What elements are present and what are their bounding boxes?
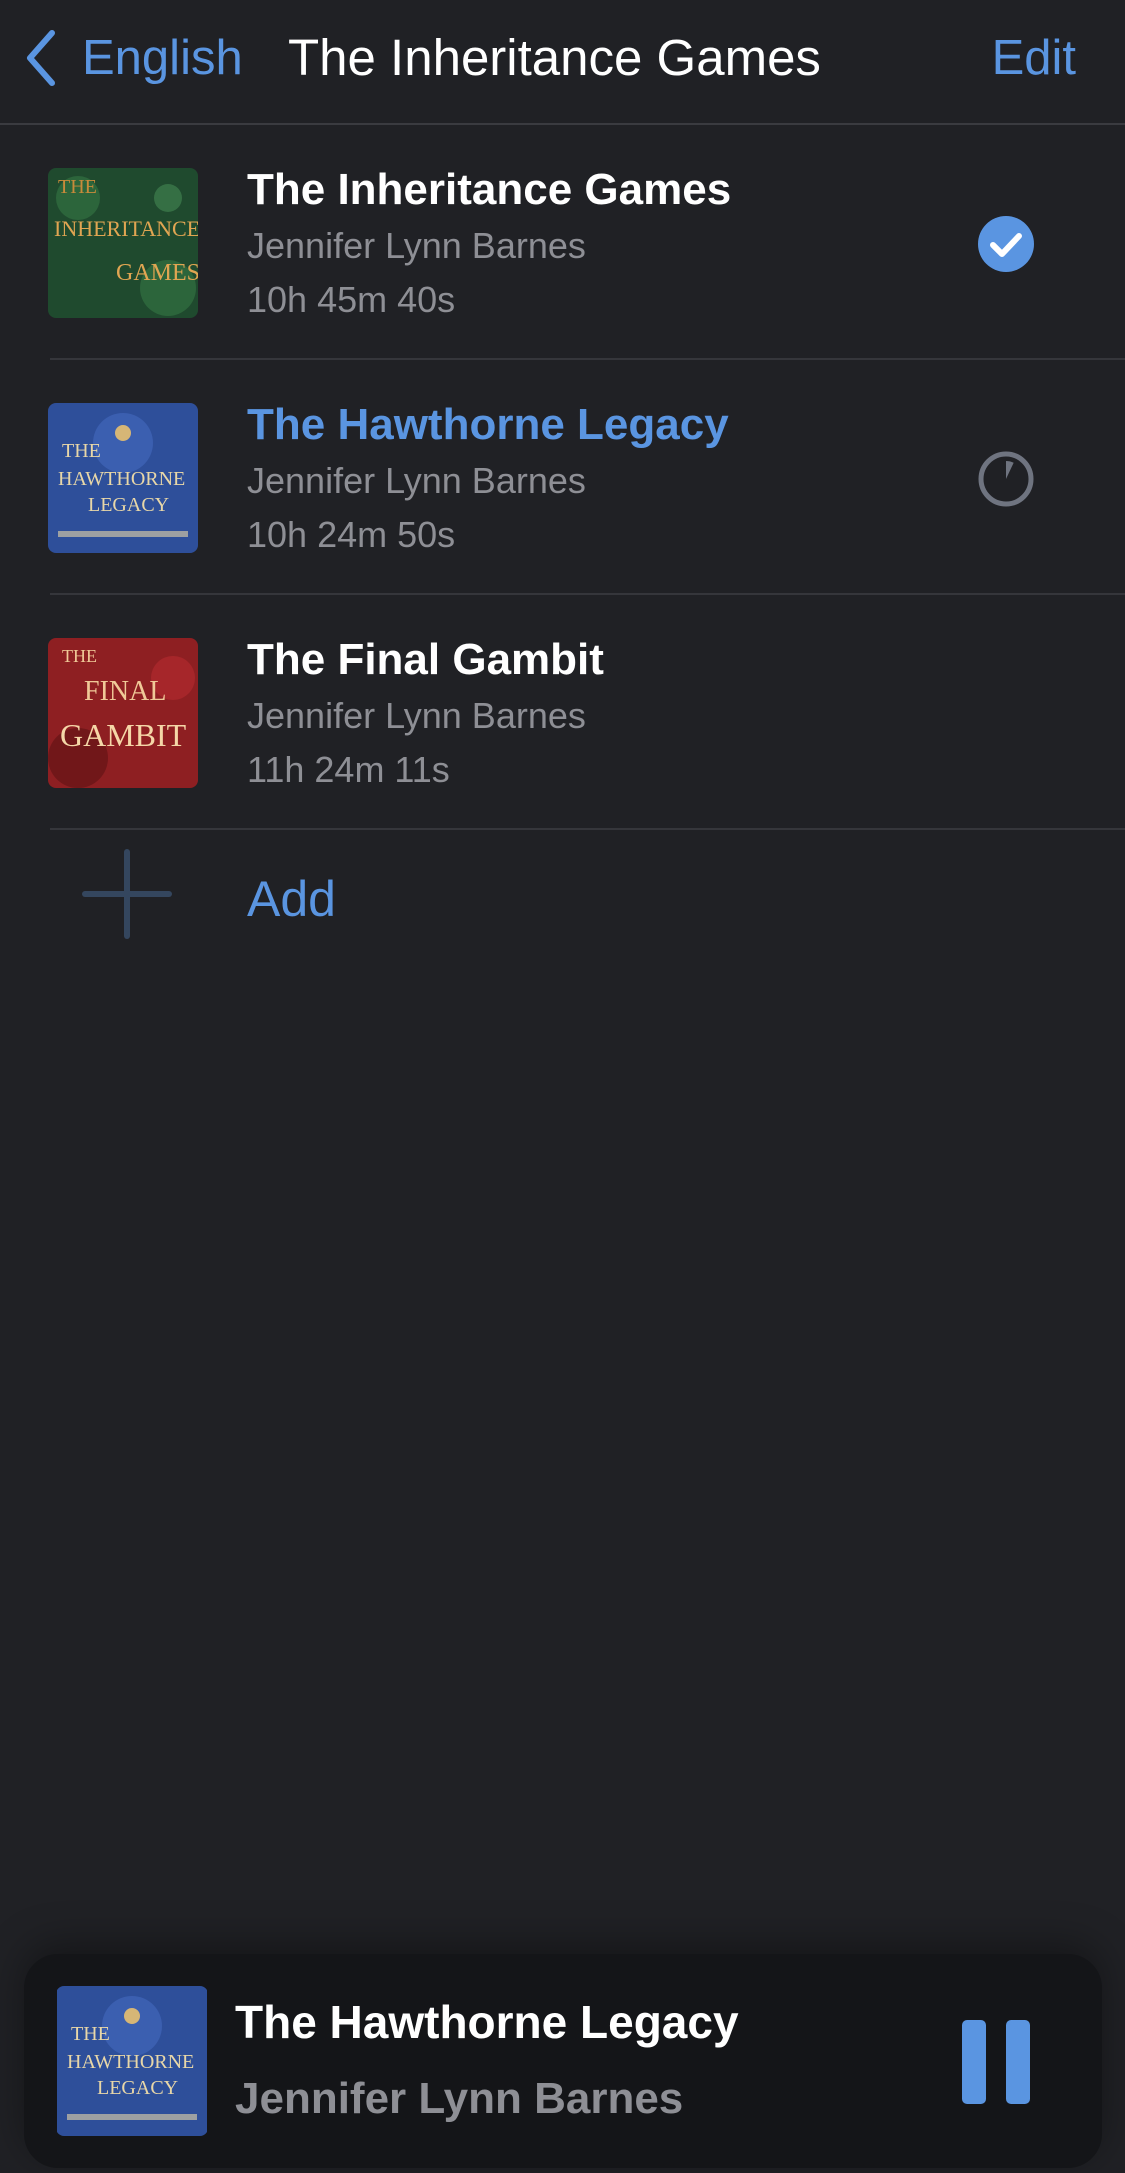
book-duration: 10h 24m 50s [247,514,456,555]
navigation-bar: English The Inheritance Games Edit [0,0,1125,125]
row-divider [50,828,1125,830]
cover-text: FINAL [84,676,166,707]
add-button[interactable]: Add [0,835,1125,1035]
page-title: The Inheritance Games [288,29,821,86]
cover-text: LEGACY [97,2077,178,2099]
cover-text: THE [62,646,97,666]
book-duration: 11h 24m 11s [247,749,450,790]
book-title: The Final Gambit [247,635,604,684]
chevron-left-icon [27,30,55,86]
book-cover-inheritance-games: THE INHERITANCE GAMES [48,168,198,318]
add-label: Add [247,871,336,927]
plus-icon [82,849,172,939]
book-row[interactable]: THE INHERITANCE GAMES The Inheritance Ga… [0,125,1125,360]
cover-text: THE [62,440,101,462]
edit-button[interactable]: Edit [992,28,1076,88]
cover-text: INHERITANCE [54,216,198,241]
cover-text: HAWTHORNE [67,2051,194,2073]
book-cover-hawthorne-legacy: THE HAWTHORNE LEGACY [48,403,198,553]
pause-icon[interactable] [962,2020,1030,2104]
book-row[interactable]: THE FINAL GAMBIT The Final Gambit Jennif… [0,595,1125,830]
cover-text: THE [71,2023,110,2045]
now-playing-cover: THE HAWTHORNE LEGACY [56,1986,208,2136]
cover-text: GAMBIT [60,717,187,753]
now-playing-author: Jennifer Lynn Barnes [235,2074,684,2123]
back-button[interactable]: English [24,28,243,88]
book-author: Jennifer Lynn Barnes [247,225,586,266]
progress-wedge [1006,461,1014,479]
now-playing-title: The Hawthorne Legacy [235,1996,739,2048]
now-playing-bar[interactable]: THE HAWTHORNE LEGACY The Hawthorne Legac… [24,1954,1102,2168]
checkmark-circle-icon [978,216,1034,272]
book-author: Jennifer Lynn Barnes [247,695,586,736]
book-row[interactable]: THE HAWTHORNE LEGACY The Hawthorne Legac… [0,360,1125,595]
cover-text: GAMES [116,260,198,286]
book-duration: 10h 45m 40s [247,279,456,320]
book-author: Jennifer Lynn Barnes [247,460,586,501]
cover-text: THE [58,176,97,198]
back-label: English [82,31,243,85]
book-list: THE INHERITANCE GAMES The Inheritance Ga… [0,125,1125,830]
cover-text: HAWTHORNE [58,468,185,490]
progress-circle-icon [978,451,1034,507]
book-cover-final-gambit: THE FINAL GAMBIT [48,638,198,788]
book-title: The Inheritance Games [247,165,732,214]
cover-text: LEGACY [88,494,169,516]
book-title: The Hawthorne Legacy [247,400,729,449]
